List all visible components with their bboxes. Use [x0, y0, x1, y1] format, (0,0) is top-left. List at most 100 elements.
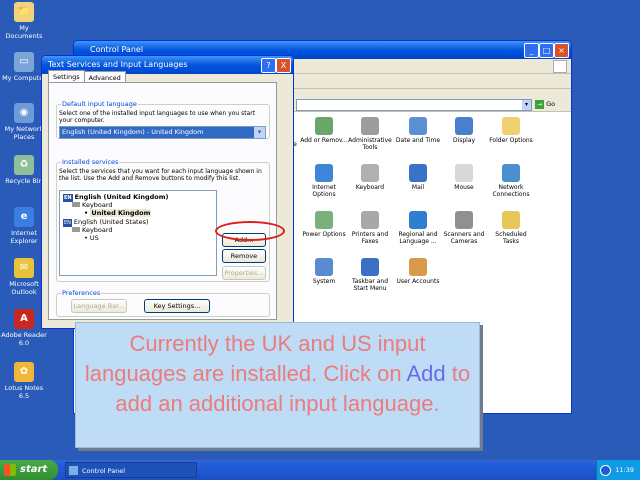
desktop-icon-label: My Documents [5, 24, 43, 40]
chevron-down-icon[interactable]: ▾ [522, 100, 531, 110]
cp-item-display[interactable]: Display [440, 117, 488, 144]
keyboard-icon [361, 164, 379, 182]
cp-item-taskbar-start-menu[interactable]: Taskbar and Start Menu [346, 258, 394, 292]
cp-item-label: Scheduled Tasks [495, 231, 527, 245]
group-label: Preferences [61, 289, 102, 297]
cp-item-user-accounts[interactable]: User Accounts [394, 258, 442, 285]
cp-item-administrative-tools[interactable]: Administrative Tools [346, 117, 394, 151]
add-remove-icon [315, 117, 333, 135]
desktop-icon-label: Lotus Notes 6.5 [4, 384, 44, 400]
go-button[interactable]: → Go [535, 98, 555, 110]
desktop-icon-label: Microsoft Outlook [9, 280, 39, 296]
cp-item-label: Printers and Faxes [351, 231, 389, 245]
desktop-icon-label: My Network Places [4, 125, 44, 141]
cp-item-label: Administrative Tools [348, 137, 392, 151]
minimize-button[interactable]: _ [524, 43, 539, 58]
clock: 11:39 [615, 466, 634, 474]
desktop-icon-label: Adobe Reader 6.0 [1, 331, 47, 347]
address-input[interactable]: ▾ [296, 99, 532, 111]
maximize-button[interactable]: □ [539, 43, 554, 58]
language-badge: EN [63, 219, 72, 227]
cp-item-mail[interactable]: Mail [394, 164, 442, 191]
taskbar-icon [361, 258, 379, 276]
tree-item-label: United Kingdom [90, 209, 152, 217]
cp-item-label: Keyboard [355, 184, 385, 191]
cp-item-date-time[interactable]: Date and Time [394, 117, 442, 144]
cp-item-scanners-cameras[interactable]: Scanners and Cameras [440, 211, 488, 245]
cp-item-internet-options[interactable]: Internet Options [300, 164, 348, 198]
cp-item-label: Scanners and Cameras [443, 231, 485, 245]
cp-item-regional-language[interactable]: Regional and Language ... [394, 211, 442, 245]
tree-item-label: English (United States) [73, 218, 149, 226]
cp-item-network-connections[interactable]: Network Connections [487, 164, 535, 198]
globe-icon [409, 211, 427, 229]
outlook-icon: ✉ [14, 258, 34, 278]
taskbar-item-control-panel[interactable]: Control Panel [65, 462, 197, 478]
cp-item-folder-options[interactable]: Folder Options [487, 117, 535, 144]
cp-item-add-remove[interactable]: Add or Remov... [300, 117, 348, 144]
cp-item-label: Date and Time [395, 137, 441, 144]
instruction-callout: Currently the UK and US input languages … [75, 322, 480, 448]
desktop-icon-my-documents[interactable]: 📁 My Documents [0, 2, 48, 40]
desktop-icon-lotus-notes[interactable]: ✿ Lotus Notes 6.5 [0, 362, 48, 400]
desktop-icon-label: Recycle Bin [5, 177, 43, 185]
cp-item-label: Mail [411, 184, 425, 191]
close-button[interactable]: X [276, 58, 291, 73]
start-button[interactable]: start [0, 460, 58, 480]
cp-item-mouse[interactable]: Mouse [440, 164, 488, 191]
cp-item-label: Regional and Language ... [398, 231, 438, 245]
start-label: start [20, 464, 48, 475]
cp-item-power-options[interactable]: Power Options [300, 211, 348, 238]
keyboard-icon [72, 202, 80, 207]
properties-button[interactable]: Properties... [222, 266, 266, 280]
cp-item-scheduled-tasks[interactable]: Scheduled Tasks [487, 211, 535, 245]
services-tree[interactable]: EN English (United Kingdom) Keyboard • Un… [59, 190, 217, 276]
folder-icon: 📁 [14, 2, 34, 22]
tree-item-us[interactable]: • US [84, 234, 99, 242]
help-button[interactable]: ? [261, 58, 276, 73]
printer-icon [361, 211, 379, 229]
display-icon [455, 117, 473, 135]
administrative-tools-icon [361, 117, 379, 135]
tree-item-united-kingdom[interactable]: • United Kingdom [84, 209, 152, 217]
cp-item-system[interactable]: System [300, 258, 348, 285]
system-tray: 11:39 [596, 460, 640, 480]
network-icon: ◉ [14, 103, 34, 123]
cp-item-label: System [312, 278, 336, 285]
folder-options-icon [502, 117, 520, 135]
lotus-notes-icon: ✿ [14, 362, 34, 382]
tree-item-label: Keyboard [82, 226, 113, 234]
cp-item-label: Power Options [302, 231, 346, 238]
cp-item-label: Network Connections [492, 184, 530, 198]
keyboard-icon [72, 227, 80, 232]
cp-item-printers-faxes[interactable]: Printers and Faxes [346, 211, 394, 245]
group-description: Select the services that you want for ea… [59, 168, 262, 182]
remove-button[interactable]: Remove [222, 249, 266, 263]
tree-item-keyboard-us[interactable]: Keyboard [72, 226, 113, 234]
tree-item-label: English (United Kingdom) [74, 193, 169, 201]
key-settings-button[interactable]: Key Settings... [144, 299, 210, 313]
cp-item-label: Folder Options [489, 137, 533, 144]
tray-arrow-icon[interactable] [600, 465, 611, 476]
default-language-select[interactable]: English (United Kingdom) - United Kingdo… [59, 126, 266, 139]
chevron-down-icon[interactable]: ▾ [254, 127, 265, 138]
internet-options-icon [315, 164, 333, 182]
scheduled-tasks-icon [502, 211, 520, 229]
taskbar-item-label: Control Panel [82, 467, 126, 475]
group-label: Default input language [61, 100, 138, 108]
cp-item-keyboard[interactable]: Keyboard [346, 164, 394, 191]
user-accounts-icon [409, 258, 427, 276]
highlight-circle [215, 221, 285, 241]
taskbar: start Control Panel 11:39 [0, 460, 640, 480]
close-button[interactable]: × [554, 43, 569, 58]
default-input-language-group: Default input language Select one of the… [56, 100, 270, 139]
language-bar-button[interactable]: Language Bar... [71, 299, 127, 313]
settings-panel: Default input language Select one of the… [48, 82, 277, 320]
internet-explorer-icon: e [14, 207, 34, 227]
cp-item-label: Add or Remov... [300, 137, 348, 144]
clock-icon [409, 117, 427, 135]
cp-item-label: Display [452, 137, 476, 144]
tree-item-keyboard-uk[interactable]: Keyboard [72, 201, 113, 209]
cp-item-label: Internet Options [312, 184, 336, 198]
mail-icon [409, 164, 427, 182]
